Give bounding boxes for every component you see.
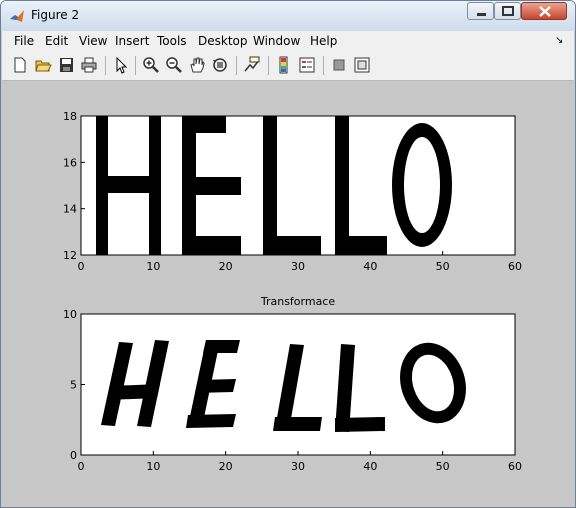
edit-plot-arrow-icon[interactable] [111, 55, 131, 75]
x-tick-label: 20 [219, 260, 233, 273]
x-tick-label: 40 [363, 460, 377, 473]
x-tick-label: 0 [78, 260, 85, 273]
y-tick-label: 12 [63, 249, 77, 262]
insert-colorbar-icon[interactable] [274, 55, 294, 75]
x-tick-label: 50 [436, 460, 450, 473]
menu-help[interactable]: Help [310, 34, 337, 48]
menu-desktop[interactable]: Desktop [198, 34, 248, 48]
figure-window: Figure 2 File Edit View Insert Tools Des… [0, 0, 576, 508]
minimize-button[interactable] [467, 2, 494, 20]
menu-file[interactable]: File [14, 34, 34, 48]
window-title: Figure 2 [31, 8, 80, 22]
y-tick-label: 16 [63, 156, 77, 169]
y-tick-label: 5 [70, 379, 77, 392]
hide-plot-tools-icon[interactable] [329, 55, 349, 75]
toolbar-separator [323, 56, 324, 75]
title-bar[interactable]: Figure 2 [1, 1, 575, 31]
minimize-icon [477, 13, 486, 16]
y-tick-label: 14 [63, 203, 77, 216]
open-file-icon[interactable] [33, 55, 53, 75]
toolbar-separator [236, 56, 237, 75]
axes-bottom-title: Transformace [260, 295, 336, 308]
close-icon [539, 6, 551, 17]
y-tick-label: 10 [63, 308, 77, 321]
x-tick-label: 40 [363, 260, 377, 273]
figure-canvas[interactable]: 0 10 20 30 40 50 60 12 14 16 18 Transformace [2, 81, 574, 501]
menu-tools[interactable]: Tools [157, 34, 187, 48]
x-tick-label: 10 [146, 460, 160, 473]
close-button[interactable] [521, 2, 567, 20]
dock-arrow-icon[interactable]: ↘ [555, 35, 563, 46]
x-tick-label: 30 [291, 460, 305, 473]
maximize-button[interactable] [494, 2, 521, 20]
pan-hand-icon[interactable] [187, 55, 207, 75]
menu-edit[interactable]: Edit [45, 34, 68, 48]
menu-view[interactable]: View [79, 34, 107, 48]
new-figure-icon[interactable] [10, 55, 30, 75]
insert-legend-icon[interactable] [297, 55, 317, 75]
y-tick-label: 18 [63, 110, 77, 123]
rotate-3d-icon[interactable] [210, 55, 230, 75]
zoom-out-icon[interactable] [164, 55, 184, 75]
x-tick-label: 30 [291, 260, 305, 273]
x-tick-label: 10 [146, 260, 160, 273]
data-cursor-icon[interactable] [242, 55, 262, 75]
matlab-logo-icon [10, 10, 24, 22]
save-icon[interactable] [56, 55, 76, 75]
menu-window[interactable]: Window [253, 34, 300, 48]
menu-insert[interactable]: Insert [115, 34, 149, 48]
plots-svg: 010203040506012141618 Transformace [63, 110, 522, 473]
axes-bottom[interactable]: Transformace 0 10 20 30 40 50 600510 [63, 295, 522, 473]
maximize-icon [502, 6, 514, 16]
x-tick-label: 60 [508, 460, 522, 473]
zoom-in-icon[interactable] [141, 55, 161, 75]
x-tick-label: 20 [219, 460, 233, 473]
x-tick-label: 0 [78, 460, 85, 473]
print-icon[interactable] [79, 55, 99, 75]
axes-top[interactable]: 0 10 20 30 40 50 60 12 14 16 18 [63, 110, 522, 273]
toolbar-separator [105, 56, 106, 75]
figure-toolbar [2, 52, 574, 81]
toolbar-separator [268, 56, 269, 75]
toolbar-separator [135, 56, 136, 75]
x-tick-label: 60 [508, 260, 522, 273]
show-plot-tools-icon[interactable] [352, 55, 372, 75]
menu-bar: File Edit View Insert Tools Desktop Wind… [2, 31, 574, 52]
y-tick-label: 0 [70, 449, 77, 462]
x-tick-label: 50 [436, 260, 450, 273]
